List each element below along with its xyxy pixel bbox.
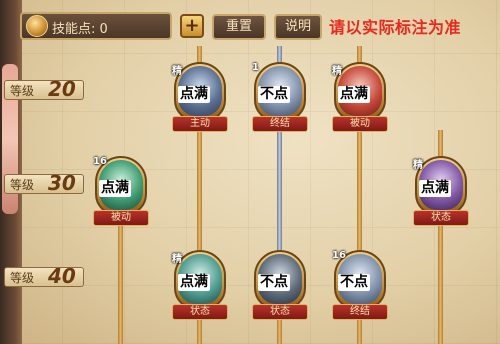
node-badge: 16 [93,156,107,167]
top-bar: 技能点: 0 + 重置 说明 请以实际标注为准 [20,8,496,44]
coin-icon [26,15,48,37]
node-type-banner: 终结 [252,116,308,132]
help-button[interactable]: 说明 [274,14,322,40]
node-type-banner: 终结 [332,304,388,320]
level-label: 等级 [10,84,35,98]
node-tag: 不点 [338,274,370,291]
node-badge: 精 [413,160,423,171]
skill-points-label: 技能点: 0 [52,22,108,37]
node-type-banner: 被动 [93,210,149,226]
skill-node[interactable]: 精 点满 状态 [413,156,469,230]
level-label: 等级 [10,271,35,285]
node-tag: 不点 [258,274,290,291]
node-type-banner: 状态 [252,304,308,320]
node-badge: 精 [172,254,182,265]
plus-icon: + [184,15,200,36]
node-badge: 精 [332,66,342,77]
level-marker-40: 等级 40 [4,264,84,290]
node-tag: 点满 [178,274,210,291]
node-badge: 精 [172,66,182,77]
node-badge: 1 [252,62,259,73]
skill-points-display: 技能点: 0 [20,12,172,40]
skill-node[interactable]: 精 点满 被动 [332,62,388,136]
node-type-banner: 状态 [413,210,469,226]
skill-node[interactable]: 不点 状态 [252,250,308,324]
node-type-banner: 被动 [332,116,388,132]
skill-node[interactable]: 16 不点 终结 [332,250,388,324]
level-label: 等级 [10,178,35,192]
notice-text: 请以实际标注为准 [329,18,462,37]
node-badge: 16 [332,250,346,261]
level-value: 30 [48,171,76,195]
level-value: 20 [48,77,76,101]
node-tag: 点满 [338,86,370,103]
add-skill-points-button[interactable]: + [180,14,204,38]
node-tag: 点满 [178,86,210,103]
node-tag: 点满 [99,180,131,197]
reset-button[interactable]: 重置 [212,14,266,40]
level-value: 40 [48,264,76,288]
skill-node[interactable]: 1 不点 终结 [252,62,308,136]
skill-tree-screen: 技能点: 0 + 重置 说明 请以实际标注为准 等级 20 等级 30 等级 4… [0,0,500,344]
skill-node[interactable]: 精 点满 状态 [172,250,228,324]
node-tag: 不点 [258,86,290,103]
skill-node[interactable]: 精 点满 主动 [172,62,228,136]
level-marker-20: 等级 20 [4,77,84,103]
node-type-banner: 主动 [172,116,228,132]
skill-node[interactable]: 16 点满 被动 [93,156,149,230]
level-marker-30: 等级 30 [4,171,84,197]
node-type-banner: 状态 [172,304,228,320]
node-tag: 点满 [419,180,451,197]
